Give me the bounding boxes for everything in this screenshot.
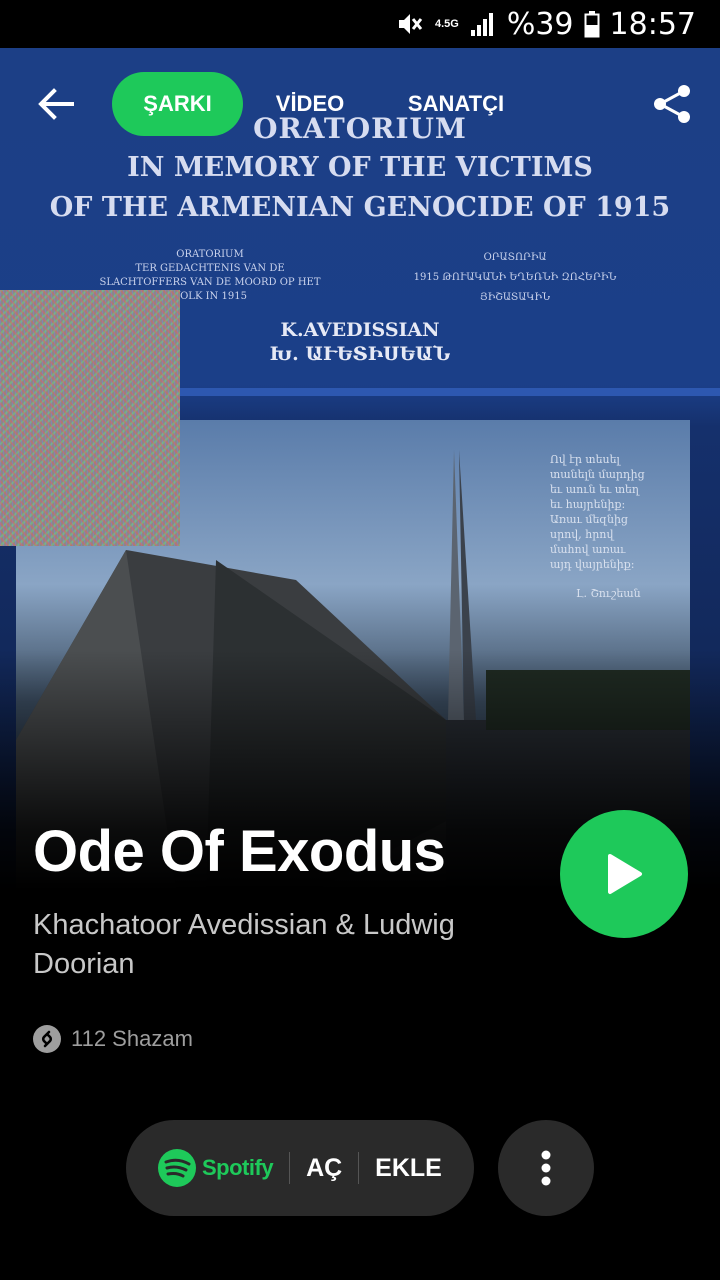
- play-icon: [608, 854, 642, 894]
- cover-poem: Ով էր տեսել տանելն մարդից եւ աուն եւ տեղ…: [550, 453, 645, 571]
- open-button[interactable]: AÇ: [290, 1154, 358, 1183]
- corrupted-image-block: [0, 290, 180, 546]
- cover-line-3: OF THE ARMENIAN GENOCIDE OF 1915: [49, 192, 671, 223]
- back-button[interactable]: [36, 84, 76, 124]
- tab-video[interactable]: VİDEO: [262, 72, 358, 136]
- more-options-button[interactable]: [498, 1120, 594, 1216]
- cover-line-2: IN MEMORY OF THE VICTIMS: [127, 152, 593, 183]
- play-button[interactable]: [560, 810, 688, 938]
- status-bar: 4.5G %39 18:57: [0, 0, 720, 48]
- cover-poem-author: Լ. Շուշեան: [576, 587, 641, 600]
- spotify-logo: Spotify: [126, 1149, 274, 1187]
- song-artist[interactable]: Khachatoor Avedissian & Ludwig Doorian: [33, 906, 533, 984]
- mute-icon: [395, 9, 425, 39]
- battery-percent: %39: [506, 6, 574, 42]
- share-button[interactable]: [652, 84, 692, 124]
- top-nav: ŞARKI VİDEO SANATÇI: [0, 72, 720, 136]
- add-button[interactable]: EKLE: [359, 1154, 458, 1183]
- spotify-icon: [158, 1149, 196, 1187]
- shazam-count: 112 Shazam: [71, 1026, 193, 1051]
- arrow-left-icon: [38, 88, 74, 120]
- album-art: ORATORIUM IN MEMORY OF THE VICTIMS OF TH…: [0, 48, 720, 890]
- spotify-action-pill: Spotify AÇ EKLE: [126, 1120, 474, 1216]
- signal-icon: [469, 10, 497, 38]
- song-title: Ode Of Exodus: [33, 819, 446, 884]
- cover-armenian-text: ՕՐԱՏՈՐԻԱ 1915 ԹՈՒԱԿԱՆԻ ԵՂԵՌՆԻ ԶՈՀԵՐԻՆ ՅԻ…: [413, 252, 617, 303]
- network-label: 4.5G: [434, 17, 459, 30]
- battery-icon: [584, 10, 600, 38]
- spotify-label: Spotify: [202, 1155, 274, 1180]
- more-vertical-icon: [541, 1150, 551, 1186]
- tab-song[interactable]: ŞARKI: [112, 72, 243, 136]
- tab-artist[interactable]: SANATÇI: [398, 72, 514, 136]
- share-icon: [654, 85, 690, 123]
- clock: 18:57: [609, 6, 696, 42]
- shazam-icon: [33, 1025, 61, 1053]
- shazam-count-row: 112 Shazam: [33, 1025, 193, 1053]
